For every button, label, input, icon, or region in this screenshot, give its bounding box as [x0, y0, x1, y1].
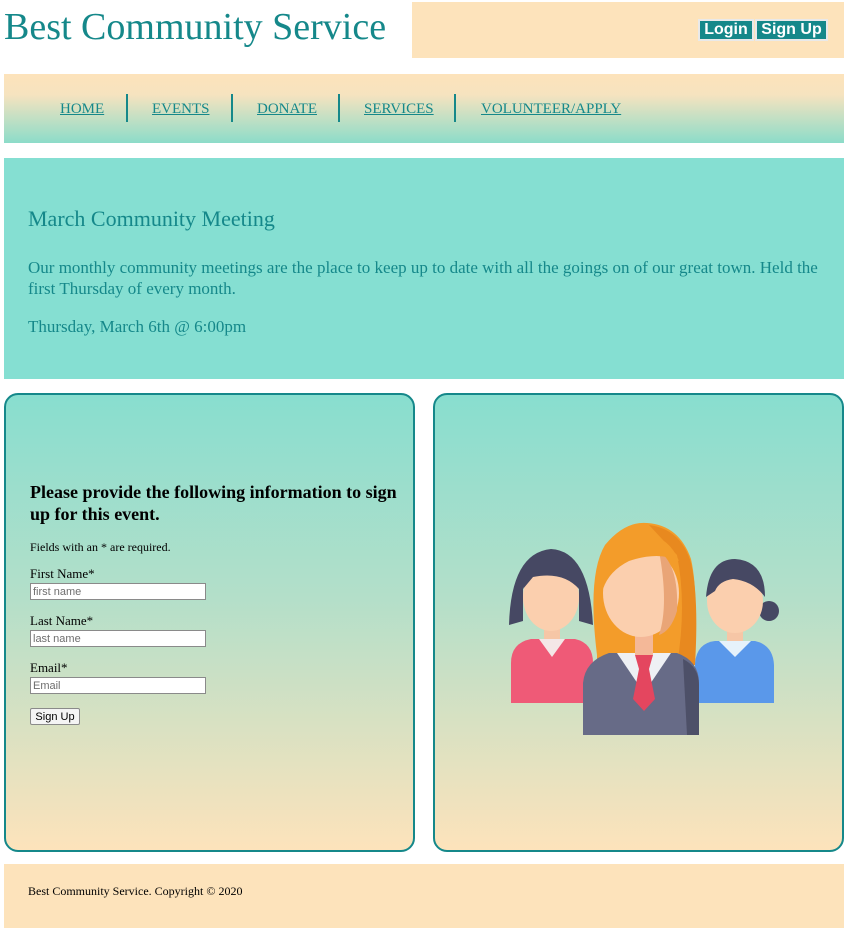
form-heading: Please provide the following information… [30, 482, 397, 524]
required-note: Fields with an * are required. [30, 540, 171, 554]
community-group-icon [509, 522, 779, 735]
signup-form-panel: Please provide the following information… [4, 393, 415, 852]
nav-home[interactable]: HOME [60, 100, 104, 118]
copyright-text: Best Community Service. Copyright © 2020 [28, 884, 243, 898]
event-banner: March Community Meeting Our monthly comm… [4, 158, 844, 379]
event-datetime: Thursday, March 6th @ 6:00pm [28, 317, 247, 336]
person-right-icon [695, 559, 779, 703]
site-title: Best Community Service [4, 6, 387, 48]
first-name-input[interactable] [30, 583, 206, 600]
last-name-label: Last Name* [30, 613, 94, 628]
email-label: Email* [30, 660, 68, 675]
login-button[interactable]: Login [698, 19, 754, 41]
nav-divider [231, 94, 233, 122]
first-name-label: First Name* [30, 566, 95, 581]
event-description: Our monthly community meetings are the p… [28, 258, 818, 298]
nav-donate[interactable]: DONATE [257, 100, 317, 118]
nav-events[interactable]: EVENTS [152, 100, 210, 118]
illustration-panel [433, 393, 844, 852]
person-left-icon [509, 549, 593, 703]
event-title: March Community Meeting [28, 206, 275, 231]
nav-divider [126, 94, 128, 122]
nav-services[interactable]: SERVICES [364, 100, 434, 118]
form-signup-button[interactable]: Sign Up [30, 708, 80, 725]
last-name-input[interactable] [30, 630, 206, 647]
signup-button[interactable]: Sign Up [755, 19, 828, 41]
person-center-icon [583, 522, 699, 735]
nav-divider [338, 94, 340, 122]
nav-divider [454, 94, 456, 122]
nav-volunteer-apply[interactable]: VOLUNTEER/APPLY [481, 100, 621, 118]
footer: Best Community Service. Copyright © 2020 [4, 864, 844, 928]
main-nav: HOME EVENTS DONATE SERVICES VOLUNTEER/AP… [4, 74, 844, 143]
auth-bar: Login Sign Up [412, 2, 844, 58]
email-input[interactable] [30, 677, 206, 694]
